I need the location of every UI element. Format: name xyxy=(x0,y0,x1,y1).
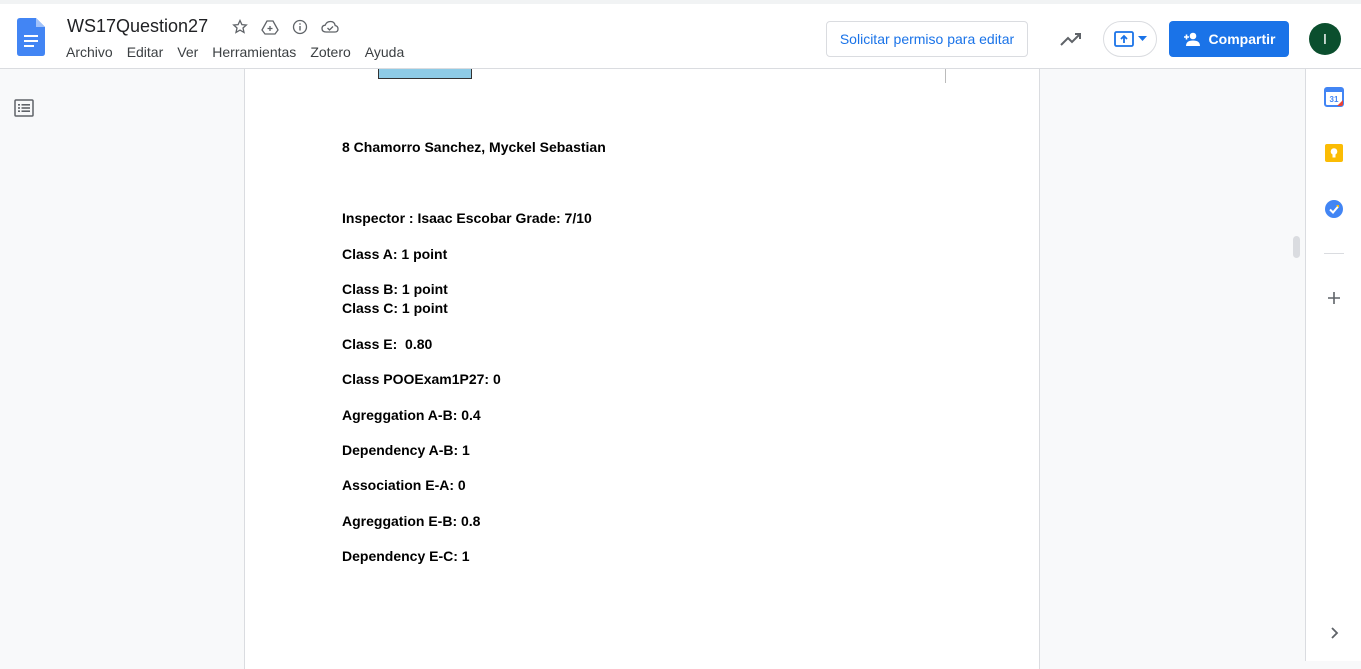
top-bar: WS17Question27 Archivo Editar Ver Herram… xyxy=(0,0,1361,69)
grade-line: Agreggation E-B: 0.8 xyxy=(342,513,481,529)
scrollbar-thumb[interactable] xyxy=(1293,236,1300,258)
add-icon[interactable] xyxy=(1324,288,1344,308)
document-outline-icon[interactable] xyxy=(14,98,34,118)
grade-line: Agreggation A-B: 0.4 xyxy=(342,407,481,423)
grade-line: Class C: 1 point xyxy=(342,300,448,316)
tasks-icon[interactable] xyxy=(1324,199,1344,219)
menu-item-zotero[interactable]: Zotero xyxy=(310,44,350,60)
student-name-line: 8 Chamorro Sanchez, Myckel Sebastian xyxy=(342,139,606,155)
request-edit-access-button[interactable]: Solicitar permiso para editar xyxy=(826,21,1028,57)
docs-logo-icon[interactable] xyxy=(17,18,45,56)
grade-line: Association E-A: 0 xyxy=(342,477,466,493)
grade-line: Class POOExam1P27: 0 xyxy=(342,371,501,387)
avatar[interactable]: I xyxy=(1309,23,1341,55)
document-title[interactable]: WS17Question27 xyxy=(67,16,208,37)
share-button[interactable]: Compartir xyxy=(1169,21,1289,57)
menu-item-ver[interactable]: Ver xyxy=(177,44,198,60)
side-panel: 31 xyxy=(1305,69,1361,661)
menu-item-archivo[interactable]: Archivo xyxy=(66,44,113,60)
keep-icon[interactable] xyxy=(1324,143,1344,163)
activity-trend-icon[interactable] xyxy=(1059,28,1083,52)
grade-line: Class E: 0.80 xyxy=(342,336,433,352)
panel-divider xyxy=(1324,253,1344,254)
grade-line: Dependency A-B: 1 xyxy=(342,442,470,458)
menu-item-herramientas[interactable]: Herramientas xyxy=(212,44,296,60)
calendar-icon[interactable]: 31 xyxy=(1324,87,1344,107)
move-to-drive-icon[interactable] xyxy=(259,17,281,37)
page-divider-line xyxy=(945,69,946,83)
calendar-day: 31 xyxy=(1330,95,1339,104)
menu-bar: Archivo Editar Ver Herramientas Zotero A… xyxy=(66,44,404,60)
grade-line: Dependency E-C: 1 xyxy=(342,548,470,564)
grade-line: Class A: 1 point xyxy=(342,246,448,262)
star-icon[interactable] xyxy=(229,17,251,37)
present-button[interactable] xyxy=(1103,21,1157,57)
person-add-icon xyxy=(1183,32,1200,46)
share-label: Compartir xyxy=(1208,31,1276,47)
menu-item-ayuda[interactable]: Ayuda xyxy=(365,44,404,60)
info-icon[interactable] xyxy=(289,17,311,37)
menu-item-editar[interactable]: Editar xyxy=(127,44,164,60)
chevron-right-icon[interactable] xyxy=(1324,623,1344,643)
present-icon xyxy=(1113,31,1134,47)
diagram-image-fragment xyxy=(378,69,472,79)
document-page[interactable]: 8 Chamorro Sanchez, Myckel Sebastian Ins… xyxy=(244,69,1040,669)
grade-line: Class B: 1 point xyxy=(342,281,448,297)
inspector-grade-line: Inspector : Isaac Escobar Grade: 7/10 xyxy=(342,210,592,226)
chevron-down-icon xyxy=(1137,36,1147,41)
cloud-status-icon[interactable] xyxy=(319,17,341,37)
